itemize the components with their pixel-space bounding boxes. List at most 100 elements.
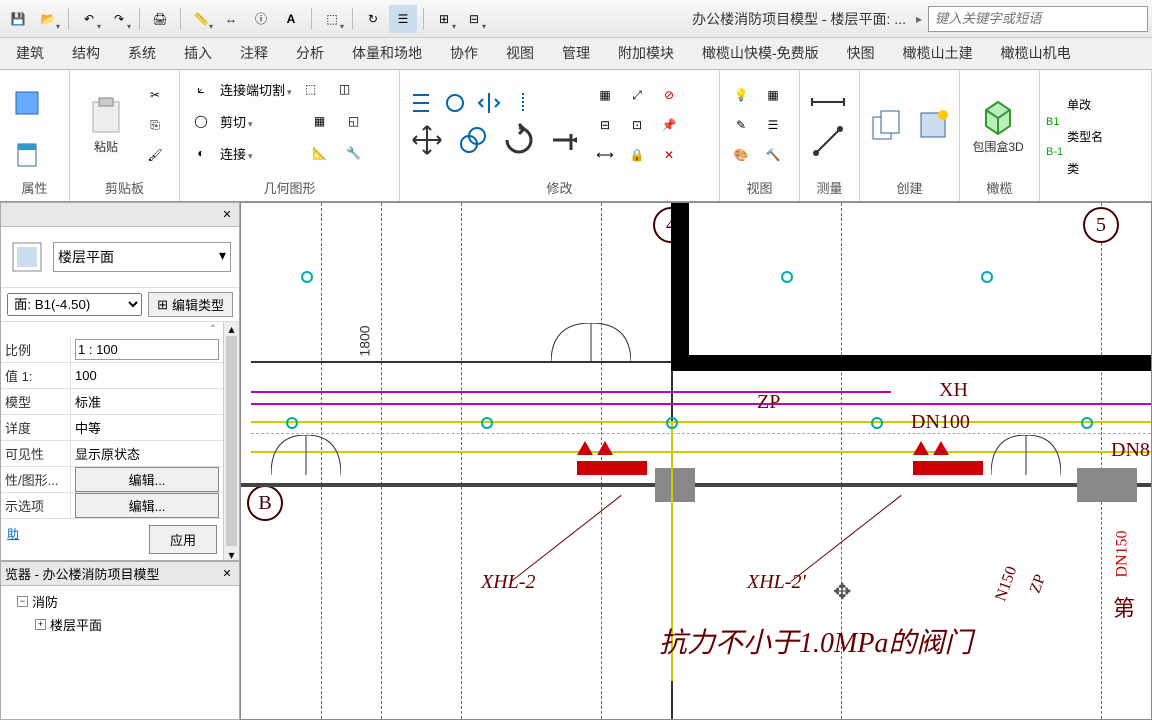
sync-button[interactable]: ↻ [359,5,387,33]
drawing-canvas[interactable]: 4 5 B 1800 [240,202,1152,720]
cope-icon[interactable]: ⟀ [186,75,216,103]
paste-button[interactable]: 粘贴 [76,80,136,170]
category-button[interactable]: 类 [1067,160,1079,177]
visibility-value[interactable]: 显示原状态 [71,444,223,463]
align-button[interactable] [406,89,436,117]
cut-tool-1[interactable]: ▦ [305,107,335,135]
cut-tool-2[interactable]: ◱ [339,107,369,135]
mirror-pick-button[interactable] [474,89,504,117]
undo-button[interactable]: ↶ [75,5,103,33]
copy-button[interactable]: ⎘ [140,111,170,139]
close-hidden-button[interactable]: ⊞ [430,5,458,33]
split-button[interactable]: ⊟ [590,111,620,139]
scale-input[interactable] [75,339,219,360]
tab-insert[interactable]: 插入 [170,37,226,69]
type-selector[interactable]: 楼层平面▾ [53,242,231,272]
tree-item-fire[interactable]: −消防 [5,590,235,613]
scale-button[interactable]: ⤢ [622,81,652,109]
apply-button[interactable]: 应用 [149,525,217,554]
model-display[interactable]: 标准 [71,392,223,411]
cope-tool-1[interactable]: ⬚ [296,75,326,103]
join-geom-icon[interactable]: ◐ [186,139,216,167]
thin-lines-button[interactable]: ☰ [389,5,417,33]
cut-geom-icon[interactable]: ◯ [186,107,216,135]
cope-tool-2[interactable]: ◫ [330,75,360,103]
typename-button[interactable]: 类型名 [1067,128,1103,145]
tree-toggle[interactable]: − [17,596,28,607]
open-recent-button[interactable]: 📂 [34,5,62,33]
view-override-button[interactable]: ▦ [758,81,788,109]
cope-button[interactable]: 连接端切割 [220,80,292,99]
tab-manage[interactable]: 管理 [548,37,604,69]
align-dim-button[interactable]: ⟷ [590,141,620,169]
unpin-button[interactable]: ⊘ [654,81,684,109]
tab-architecture[interactable]: 建筑 [2,37,58,69]
tree-toggle[interactable]: + [35,619,46,630]
split-gap-button[interactable]: ⊡ [622,111,652,139]
measure-between-button[interactable] [806,119,850,163]
join-tool-1[interactable]: 📐 [305,139,335,167]
tab-olive-mep[interactable]: 橄榄山机电 [987,37,1085,69]
view-paint-button[interactable]: 🎨 [726,141,756,169]
copy-move-button[interactable] [452,119,494,161]
pin-button[interactable]: 📌 [654,111,684,139]
olive-box3d-button[interactable]: 包围盒3D [966,81,1030,169]
prop-panel-close[interactable]: ✕ [219,207,235,223]
view-hide-button[interactable]: 💡 [726,81,756,109]
create-similar-button[interactable] [866,81,908,169]
move-button[interactable] [406,119,448,161]
create-group-button[interactable] [912,81,954,169]
tab-analyze[interactable]: 分析 [282,37,338,69]
save-button[interactable]: 💾 [4,5,32,33]
tree-item-floorplan[interactable]: +楼层平面 [5,613,235,636]
join-tool-2[interactable]: 🔧 [339,139,369,167]
tab-systems[interactable]: 系统 [114,37,170,69]
tab-olive-fast[interactable]: 橄榄山快模-免费版 [688,37,833,69]
graphics-edit-button[interactable]: 编辑... [75,467,219,492]
lock-button[interactable]: 🔒 [622,141,652,169]
dimension-button[interactable]: ↔ [217,5,245,33]
tab-view[interactable]: 视图 [492,37,548,69]
expand-icon[interactable]: ▸ [916,12,922,26]
join-geom-button[interactable]: 连接 [220,144,253,163]
mirror-draw-button[interactable] [508,89,538,117]
single-change-button[interactable]: 单改 [1067,96,1091,113]
tab-quickdraw[interactable]: 快图 [833,37,889,69]
view-linework-button[interactable]: ✎ [726,111,756,139]
tag-button[interactable]: ⓘ [247,5,275,33]
tab-olive-arch[interactable]: 橄榄山土建 [889,37,987,69]
3d-view-button[interactable]: ⬚ [318,5,346,33]
array-button[interactable]: ▦ [590,81,620,109]
prop-scrollbar[interactable]: ▴▾ [223,322,239,560]
tab-addins[interactable]: 附加模块 [604,37,688,69]
measure-dim-button[interactable] [806,87,850,117]
browser-close[interactable]: ✕ [219,566,235,582]
text-button[interactable]: A [277,5,305,33]
tab-annotate[interactable]: 注释 [226,37,282,69]
properties-button[interactable] [6,134,48,176]
tab-collab[interactable]: 协作 [436,37,492,69]
search-input[interactable] [928,6,1148,32]
tab-structure[interactable]: 结构 [58,37,114,69]
instance-selector[interactable]: 面: B1(-4.50) [7,293,142,316]
measure-button[interactable]: 📏 [187,5,215,33]
detail-level[interactable]: 中等 [71,418,223,437]
modify-button[interactable] [6,74,48,132]
rotate-button[interactable] [498,119,540,161]
tab-massing[interactable]: 体量和场地 [338,37,436,69]
edit-type-button[interactable]: ⊞编辑类型 [148,292,233,317]
cut-geom-button[interactable]: 剪切 [220,112,253,131]
cut-button[interactable]: ✂ [140,81,170,109]
print-button[interactable]: 🖨 [146,5,174,33]
display-edit-button[interactable]: 编辑... [75,493,219,518]
delete-button[interactable]: ✕ [654,141,684,169]
view-cut-button[interactable]: ☰ [758,111,788,139]
trim-button[interactable] [544,119,586,161]
offset-button[interactable] [440,89,470,117]
collapse-icon[interactable]: ⌃ [1,322,223,337]
match-button[interactable]: 🖌 [140,141,170,169]
redo-button[interactable]: ↷ [105,5,133,33]
switch-windows-button[interactable]: ⊟ [460,5,488,33]
prop-help-link[interactable]: 助 [7,525,19,554]
view-demolish-button[interactable]: 🔨 [758,141,788,169]
